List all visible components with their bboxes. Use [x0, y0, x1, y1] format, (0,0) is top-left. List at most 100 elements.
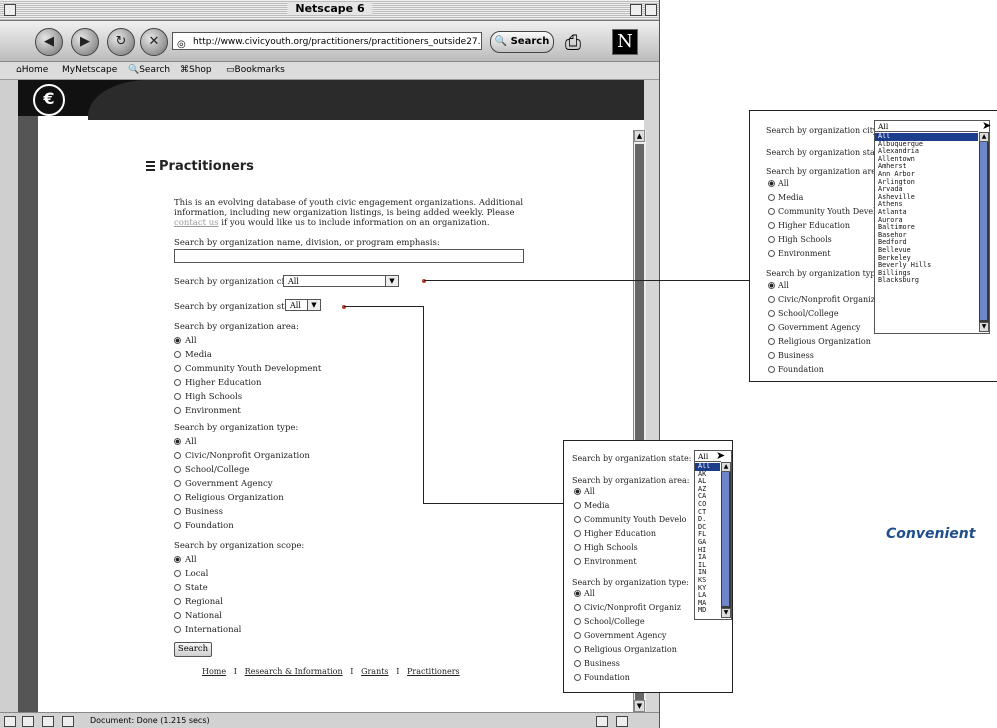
state-select[interactable]: All ▼	[285, 299, 321, 311]
radio-option[interactable]: High Schools	[574, 543, 638, 552]
radio-option[interactable]: Foundation	[574, 673, 630, 682]
radio-option[interactable]: Higher Education	[574, 529, 656, 538]
radio-option[interactable]: Environment	[174, 406, 241, 416]
radio-option[interactable]: Media	[174, 350, 212, 360]
radio-option[interactable]: Community Youth Develo	[768, 207, 881, 216]
radio-button-icon[interactable]	[768, 236, 775, 243]
radio-option[interactable]: International	[174, 625, 241, 635]
radio-button-icon[interactable]	[174, 494, 181, 501]
radio-option[interactable]: Media	[768, 193, 803, 202]
close-box[interactable]	[4, 4, 16, 16]
search-link[interactable]: 🔍 Search	[128, 62, 170, 79]
city-scroll-thumb[interactable]	[980, 142, 987, 320]
radio-button-icon[interactable]	[574, 502, 581, 509]
radio-button-icon[interactable]	[174, 522, 181, 529]
radio-button-icon[interactable]	[174, 598, 181, 605]
footer-home-link[interactable]: Home	[202, 667, 226, 676]
radio-button-icon[interactable]	[174, 393, 181, 400]
forward-icon[interactable]: ▶	[71, 28, 99, 56]
radio-button-icon[interactable]	[574, 674, 581, 681]
radio-option[interactable]: Environment	[574, 557, 637, 566]
radio-button-icon[interactable]	[174, 438, 181, 445]
navigator-icon[interactable]	[4, 716, 16, 727]
radio-button-icon[interactable]	[174, 351, 181, 358]
radio-button-icon[interactable]	[574, 488, 581, 495]
footer-research-link[interactable]: Research & Information	[245, 667, 343, 676]
city-list-scrollbar[interactable]: ▲ ▼	[979, 132, 989, 332]
radio-option[interactable]: Higher Education	[768, 221, 850, 230]
radio-button-icon[interactable]	[174, 466, 181, 473]
search-submit-button[interactable]: Search	[174, 642, 212, 657]
url-field[interactable]: ◎ http://www.civicyouth.org/practitioner…	[172, 32, 482, 50]
radio-option[interactable]: All	[768, 179, 789, 188]
radio-button-icon[interactable]	[574, 646, 581, 653]
scroll-down-icon[interactable]: ▼	[979, 322, 989, 332]
radio-button-icon[interactable]	[174, 379, 181, 386]
zoom-box[interactable]	[630, 4, 642, 16]
radio-button-icon[interactable]	[574, 604, 581, 611]
radio-option[interactable]: Regional	[174, 597, 223, 607]
radio-button-icon[interactable]	[574, 558, 581, 565]
radio-option[interactable]: Civic/Nonprofit Organiz	[574, 603, 681, 612]
shop-link[interactable]: ⌘ Shop	[180, 62, 212, 79]
bookmarks-link[interactable]: ▭ Bookmarks	[226, 62, 285, 79]
dropdown-option[interactable]: Blacksburg	[875, 277, 978, 285]
city-dropdown-open[interactable]: All All Albuquerque Alexandria Allentown Amh…	[874, 120, 990, 334]
radio-button-icon[interactable]	[574, 618, 581, 625]
scroll-up-icon[interactable]: ▲	[634, 130, 645, 142]
scroll-down-icon[interactable]: ▼	[634, 700, 645, 712]
radio-button-icon[interactable]	[768, 352, 775, 359]
radio-button-icon[interactable]	[174, 556, 181, 563]
radio-option[interactable]: Media	[574, 501, 609, 510]
radio-button-icon[interactable]	[768, 180, 775, 187]
radio-button-icon[interactable]	[768, 366, 775, 373]
radio-button-icon[interactable]	[174, 365, 181, 372]
netscape-logo[interactable]: N	[612, 29, 638, 55]
radio-option[interactable]: Foundation	[768, 365, 824, 374]
radio-option[interactable]: All	[174, 437, 197, 447]
reload-icon[interactable]: ↻	[107, 28, 135, 56]
radio-option[interactable]: Religious Organization	[574, 645, 677, 654]
radio-button-icon[interactable]	[574, 660, 581, 667]
address-book-icon[interactable]	[62, 716, 74, 727]
radio-option[interactable]: Religious Organization	[768, 337, 871, 346]
radio-button-icon[interactable]	[574, 516, 581, 523]
radio-option[interactable]: Local	[174, 569, 208, 579]
radio-option[interactable]: Religious Organization	[174, 493, 284, 503]
radio-option[interactable]: Civic/Nonprofit Organization	[174, 451, 310, 461]
radio-option[interactable]: Government Agency	[574, 631, 666, 640]
radio-option[interactable]: National	[174, 611, 222, 621]
my-netscape-link[interactable]: My Netscape	[62, 62, 117, 79]
footer-practitioners-link[interactable]: Practitioners	[407, 667, 460, 676]
state-scroll-thumb[interactable]	[722, 472, 729, 606]
title-bar[interactable]: Netscape 6	[0, 0, 659, 21]
radio-option[interactable]: Business	[574, 659, 620, 668]
radio-button-icon[interactable]	[574, 590, 581, 597]
scroll-up-icon[interactable]: ▲	[979, 132, 989, 142]
radio-option[interactable]: Business	[174, 507, 223, 517]
state-dropdown-open[interactable]: All All AK AL AZ CA CO CT D. DC FL GA HI IA IL IN KS KY L…	[694, 450, 732, 620]
radio-option[interactable]: Government Agency	[174, 479, 273, 489]
scroll-down-icon[interactable]: ▼	[721, 608, 731, 618]
back-icon[interactable]: ◀	[35, 28, 63, 56]
radio-option[interactable]: All	[174, 336, 197, 346]
home-link[interactable]: ⌂ Home	[16, 62, 48, 79]
radio-option[interactable]: High Schools	[174, 392, 242, 402]
radio-option[interactable]: State	[174, 583, 208, 593]
mail-icon[interactable]	[22, 716, 34, 727]
radio-option[interactable]: All	[574, 589, 595, 598]
radio-option[interactable]: School/College	[174, 465, 249, 475]
stop-icon[interactable]: ✕	[140, 28, 168, 56]
dropdown-option[interactable]: MD	[695, 607, 720, 615]
radio-button-icon[interactable]	[174, 480, 181, 487]
search-button[interactable]: 🔍 Search	[490, 31, 554, 53]
radio-option[interactable]: School/College	[768, 309, 839, 318]
footer-grants-link[interactable]: Grants	[361, 667, 388, 676]
radio-option[interactable]: All	[574, 487, 595, 496]
radio-option[interactable]: All	[768, 281, 789, 290]
radio-option[interactable]: High Schools	[768, 235, 832, 244]
radio-button-icon[interactable]	[768, 296, 775, 303]
city-option-list[interactable]: All Albuquerque Alexandria Allentown Amherst…	[875, 132, 978, 285]
radio-button-icon[interactable]	[174, 612, 181, 619]
radio-option[interactable]: Foundation	[174, 521, 234, 531]
